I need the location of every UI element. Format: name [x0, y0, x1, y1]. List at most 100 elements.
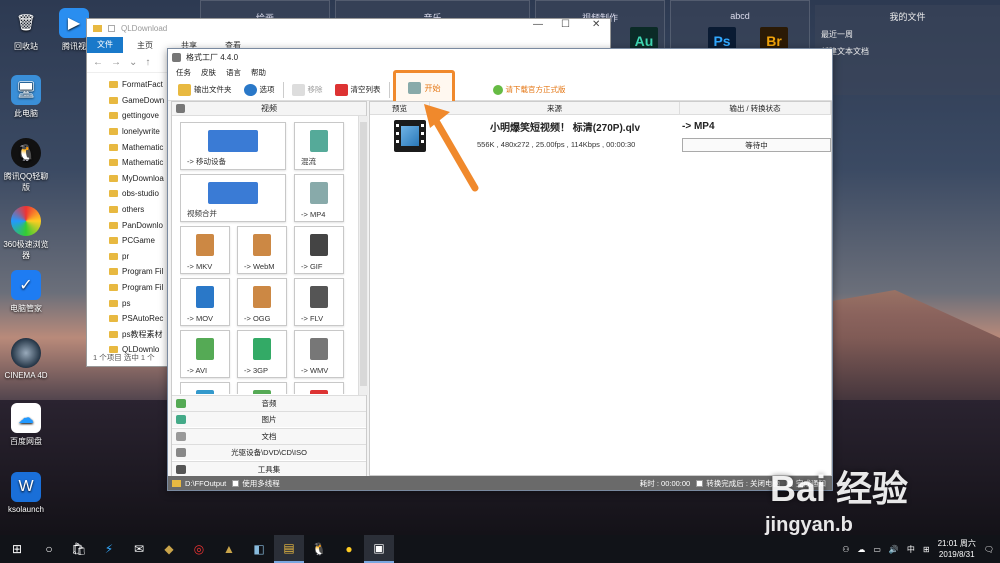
menu-help[interactable]: 帮助 [251, 67, 266, 78]
desktop-icon-cinema4d[interactable]: CINEMA 4D [0, 338, 52, 380]
netease-music-icon[interactable]: ◎ [184, 535, 214, 563]
back-icon[interactable]: ← [93, 57, 103, 68]
folder-item[interactable]: PanDownlo [109, 217, 169, 233]
folder-item[interactable]: GameDown [109, 93, 169, 109]
menu-language[interactable]: 语言 [226, 67, 241, 78]
store-icon[interactable]: 🛍 [64, 535, 94, 563]
folder-item[interactable]: Program Fil [109, 264, 169, 280]
folder-item[interactable]: PCGame [109, 233, 169, 249]
folder-item[interactable]: others [109, 202, 169, 218]
up-icon[interactable]: ↑ [145, 57, 150, 68]
ribbon-tab-file[interactable]: 文件 [87, 37, 123, 53]
format-tile-mov[interactable]: -> MOV [180, 278, 230, 326]
folder-item[interactable]: lonelywrite [109, 124, 169, 140]
format-tile[interactable] [237, 382, 287, 394]
multithread-checkbox[interactable] [232, 479, 240, 487]
ime-indicator[interactable]: 中 [907, 544, 915, 555]
format-tile-avi[interactable]: -> AVI [180, 330, 230, 378]
folder-item[interactable]: PSAutoRec [109, 311, 169, 327]
pc-manager-icon: ✓ [11, 270, 41, 300]
close-icon[interactable]: ✕ [592, 19, 600, 30]
desktop-icon-ksolaunch[interactable]: Wksolaunch [0, 472, 52, 514]
category-scrollbar[interactable] [358, 116, 368, 395]
my-files-panel[interactable]: 我的文件 最近一周 新建文本文档 [815, 5, 1000, 95]
chevron-down-icon[interactable]: ⌄ [129, 57, 137, 68]
360-taskbar-icon[interactable]: ● [334, 535, 364, 563]
forward-icon[interactable]: → [111, 57, 121, 68]
format-factory-taskbar-icon[interactable]: ▣ [364, 535, 394, 563]
desktop-icon-pc-manager[interactable]: ✓ 电脑管家 [0, 270, 52, 314]
remove-button[interactable]: 移除 [288, 81, 327, 99]
league-icon[interactable]: ▲ [214, 535, 244, 563]
category-image[interactable]: 图片 [172, 411, 366, 428]
format-factory-window[interactable]: 格式工厂 4.4.0 任务 皮肤 语言 帮助 输出文件夹 选项 移除 清空列表 … [167, 48, 833, 491]
desktop-icon-qq[interactable]: 🐧 腾讯QQ轻聊版 [0, 138, 52, 193]
category-document[interactable]: 文档 [172, 427, 366, 444]
ribbon-tab-home[interactable]: 主页 [123, 40, 167, 51]
folder-item[interactable]: ps教程素材 [109, 327, 169, 343]
format-tile-mp4[interactable]: -> MP4 [294, 174, 344, 222]
volume-icon[interactable]: 🔊 [889, 545, 899, 554]
maximize-icon[interactable]: ☐ [561, 19, 570, 30]
start-menu-icon[interactable]: ⊞ [0, 535, 34, 563]
format-tile[interactable] [180, 382, 230, 394]
category-video-header[interactable]: 视频 [172, 102, 366, 116]
output-path[interactable]: D:\FFOutput [185, 479, 226, 488]
people-icon[interactable]: ⚇ [842, 545, 849, 554]
folder-item[interactable]: Mathematic [109, 139, 169, 155]
folder-item[interactable]: Program Fil [109, 280, 169, 296]
my-files-item[interactable]: 最近一周 [815, 26, 1000, 43]
clear-list-button[interactable]: 清空列表 [331, 81, 385, 99]
format-tile-[interactable]: -> 移动设备 [180, 122, 286, 170]
desktop-icon-360[interactable]: 360极速浏览器 [0, 206, 52, 261]
game-icon[interactable]: ◆ [154, 535, 184, 563]
category-disc[interactable]: 光驱设备\DVD\CD\ISO [172, 444, 366, 461]
folder-item[interactable]: obs-studio [109, 186, 169, 202]
notes-icon[interactable]: ◧ [244, 535, 274, 563]
checkbox-icon[interactable] [108, 24, 115, 32]
after-conversion-checkbox[interactable] [696, 479, 704, 487]
grid-icon[interactable]: ⊞ [923, 545, 930, 554]
format-tile[interactable] [294, 382, 344, 394]
output-folder-button[interactable]: 输出文件夹 [174, 81, 236, 99]
my-files-item[interactable]: 新建文本文档 [815, 43, 1000, 60]
format-tile-3gp[interactable]: -> 3GP [237, 330, 287, 378]
folder-item[interactable]: gettingove [109, 108, 169, 124]
folder-item[interactable]: ps [109, 295, 169, 311]
network-icon[interactable]: ▭ [873, 545, 881, 554]
mail-icon[interactable]: ✉ [124, 535, 154, 563]
options-button[interactable]: 选项 [240, 81, 279, 99]
format-tile-flv[interactable]: -> FLV [294, 278, 344, 326]
scrollbar-thumb[interactable] [360, 122, 367, 386]
clock[interactable]: 21:01 周六 2019/8/31 [938, 538, 976, 560]
qq-taskbar-icon[interactable]: 🐧 [304, 535, 334, 563]
cloud-icon[interactable]: ☁ [857, 545, 865, 554]
desktop-icon-baidu-netdisk[interactable]: ☁ 百度网盘 [0, 403, 52, 447]
folder-item[interactable]: FormatFact [109, 77, 169, 93]
format-tile-webm[interactable]: -> WebM [237, 226, 287, 274]
format-tile-gif[interactable]: -> GIF [294, 226, 344, 274]
folder-item[interactable]: pr [109, 249, 169, 265]
file-explorer-icon[interactable]: ▤ [274, 535, 304, 563]
download-button[interactable]: 请下载官方正式版 [489, 81, 570, 99]
format-tile-wmv[interactable]: -> WMV [294, 330, 344, 378]
search-icon[interactable]: ○ [34, 535, 64, 563]
category-audio[interactable]: 音频 [172, 395, 366, 411]
button-label: 清空列表 [350, 85, 381, 94]
minimize-icon[interactable]: — [533, 19, 543, 30]
menu-skin[interactable]: 皮肤 [201, 67, 216, 78]
format-tile-mkv[interactable]: -> MKV [180, 226, 230, 274]
category-label: 光驱设备\DVD\CD\ISO [231, 448, 307, 458]
category-tools[interactable]: 工具集 [172, 460, 366, 477]
folder-item[interactable]: Mathematic [109, 155, 169, 171]
folder-label: Mathematic [122, 142, 164, 152]
desktop-icon-recycle-bin[interactable]: 🗑 回收站 [0, 8, 52, 52]
format-tile-[interactable]: 混流 [294, 122, 344, 170]
menu-task[interactable]: 任务 [176, 67, 191, 78]
format-tile-ogg[interactable]: -> OGG [237, 278, 287, 326]
desktop-icon-computer[interactable]: 🖥 此电脑 [0, 75, 52, 119]
format-tile-[interactable]: 视频合并 [180, 174, 286, 222]
lightning-icon[interactable]: ⚡ [94, 535, 124, 563]
folder-item[interactable]: MyDownloa [109, 171, 169, 187]
notification-icon[interactable]: 🗨 [984, 545, 994, 554]
